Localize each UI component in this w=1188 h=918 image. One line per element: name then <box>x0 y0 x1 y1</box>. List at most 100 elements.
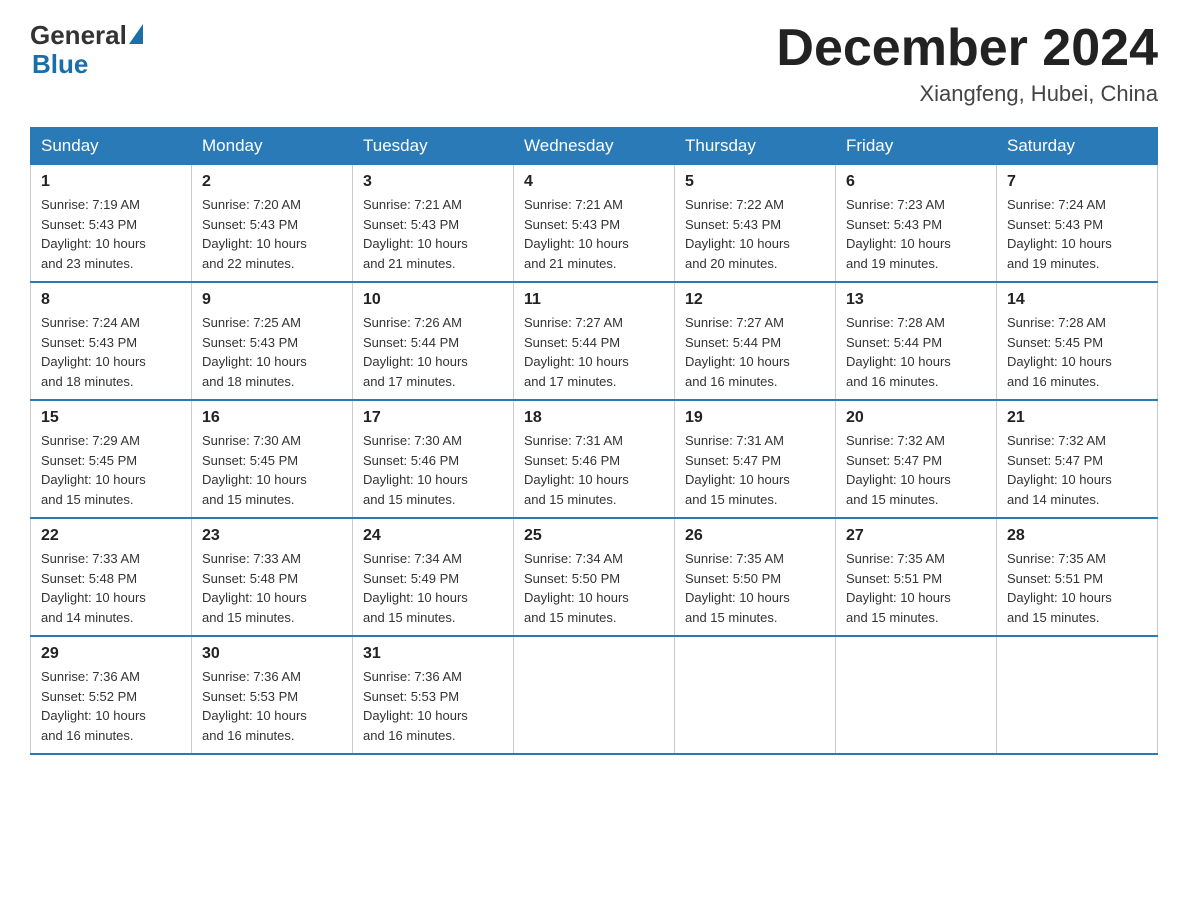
header-thursday: Thursday <box>675 128 836 165</box>
week-row-1: 1 Sunrise: 7:19 AM Sunset: 5:43 PM Dayli… <box>31 165 1158 283</box>
day-number: 2 <box>202 173 342 191</box>
header-monday: Monday <box>192 128 353 165</box>
day-info: Sunrise: 7:24 AM Sunset: 5:43 PM Dayligh… <box>41 313 181 391</box>
day-cell <box>514 636 675 754</box>
day-info: Sunrise: 7:36 AM Sunset: 5:52 PM Dayligh… <box>41 667 181 745</box>
day-number: 9 <box>202 291 342 309</box>
day-cell: 12 Sunrise: 7:27 AM Sunset: 5:44 PM Dayl… <box>675 282 836 400</box>
day-cell: 2 Sunrise: 7:20 AM Sunset: 5:43 PM Dayli… <box>192 165 353 283</box>
calendar-header: SundayMondayTuesdayWednesdayThursdayFrid… <box>31 128 1158 165</box>
day-cell: 29 Sunrise: 7:36 AM Sunset: 5:52 PM Dayl… <box>31 636 192 754</box>
day-number: 21 <box>1007 409 1147 427</box>
day-info: Sunrise: 7:36 AM Sunset: 5:53 PM Dayligh… <box>363 667 503 745</box>
day-number: 3 <box>363 173 503 191</box>
day-number: 17 <box>363 409 503 427</box>
day-cell: 14 Sunrise: 7:28 AM Sunset: 5:45 PM Dayl… <box>997 282 1158 400</box>
day-cell <box>675 636 836 754</box>
day-cell: 26 Sunrise: 7:35 AM Sunset: 5:50 PM Dayl… <box>675 518 836 636</box>
day-cell: 7 Sunrise: 7:24 AM Sunset: 5:43 PM Dayli… <box>997 165 1158 283</box>
day-cell: 20 Sunrise: 7:32 AM Sunset: 5:47 PM Dayl… <box>836 400 997 518</box>
day-number: 25 <box>524 527 664 545</box>
day-cell: 9 Sunrise: 7:25 AM Sunset: 5:43 PM Dayli… <box>192 282 353 400</box>
day-number: 10 <box>363 291 503 309</box>
day-cell: 30 Sunrise: 7:36 AM Sunset: 5:53 PM Dayl… <box>192 636 353 754</box>
day-info: Sunrise: 7:27 AM Sunset: 5:44 PM Dayligh… <box>685 313 825 391</box>
day-number: 8 <box>41 291 181 309</box>
day-number: 22 <box>41 527 181 545</box>
title-section: December 2024 Xiangfeng, Hubei, China <box>776 20 1158 107</box>
day-number: 27 <box>846 527 986 545</box>
header-saturday: Saturday <box>997 128 1158 165</box>
day-info: Sunrise: 7:21 AM Sunset: 5:43 PM Dayligh… <box>524 195 664 273</box>
day-cell: 27 Sunrise: 7:35 AM Sunset: 5:51 PM Dayl… <box>836 518 997 636</box>
day-info: Sunrise: 7:23 AM Sunset: 5:43 PM Dayligh… <box>846 195 986 273</box>
header-sunday: Sunday <box>31 128 192 165</box>
day-info: Sunrise: 7:35 AM Sunset: 5:51 PM Dayligh… <box>846 549 986 627</box>
day-info: Sunrise: 7:34 AM Sunset: 5:50 PM Dayligh… <box>524 549 664 627</box>
day-cell: 21 Sunrise: 7:32 AM Sunset: 5:47 PM Dayl… <box>997 400 1158 518</box>
day-number: 31 <box>363 645 503 663</box>
day-info: Sunrise: 7:27 AM Sunset: 5:44 PM Dayligh… <box>524 313 664 391</box>
logo-blue-text: Blue <box>30 49 88 80</box>
header-tuesday: Tuesday <box>353 128 514 165</box>
week-row-3: 15 Sunrise: 7:29 AM Sunset: 5:45 PM Dayl… <box>31 400 1158 518</box>
day-info: Sunrise: 7:30 AM Sunset: 5:46 PM Dayligh… <box>363 431 503 509</box>
week-row-2: 8 Sunrise: 7:24 AM Sunset: 5:43 PM Dayli… <box>31 282 1158 400</box>
day-info: Sunrise: 7:28 AM Sunset: 5:45 PM Dayligh… <box>1007 313 1147 391</box>
day-cell: 5 Sunrise: 7:22 AM Sunset: 5:43 PM Dayli… <box>675 165 836 283</box>
day-info: Sunrise: 7:21 AM Sunset: 5:43 PM Dayligh… <box>363 195 503 273</box>
day-number: 7 <box>1007 173 1147 191</box>
day-info: Sunrise: 7:29 AM Sunset: 5:45 PM Dayligh… <box>41 431 181 509</box>
logo-triangle-icon <box>129 24 143 44</box>
day-cell: 22 Sunrise: 7:33 AM Sunset: 5:48 PM Dayl… <box>31 518 192 636</box>
day-info: Sunrise: 7:35 AM Sunset: 5:50 PM Dayligh… <box>685 549 825 627</box>
day-info: Sunrise: 7:28 AM Sunset: 5:44 PM Dayligh… <box>846 313 986 391</box>
day-number: 12 <box>685 291 825 309</box>
day-cell: 6 Sunrise: 7:23 AM Sunset: 5:43 PM Dayli… <box>836 165 997 283</box>
day-cell: 11 Sunrise: 7:27 AM Sunset: 5:44 PM Dayl… <box>514 282 675 400</box>
day-cell: 1 Sunrise: 7:19 AM Sunset: 5:43 PM Dayli… <box>31 165 192 283</box>
day-info: Sunrise: 7:31 AM Sunset: 5:47 PM Dayligh… <box>685 431 825 509</box>
location: Xiangfeng, Hubei, China <box>776 81 1158 107</box>
day-cell: 24 Sunrise: 7:34 AM Sunset: 5:49 PM Dayl… <box>353 518 514 636</box>
day-cell: 19 Sunrise: 7:31 AM Sunset: 5:47 PM Dayl… <box>675 400 836 518</box>
day-number: 19 <box>685 409 825 427</box>
day-cell: 15 Sunrise: 7:29 AM Sunset: 5:45 PM Dayl… <box>31 400 192 518</box>
day-cell: 23 Sunrise: 7:33 AM Sunset: 5:48 PM Dayl… <box>192 518 353 636</box>
header-wednesday: Wednesday <box>514 128 675 165</box>
week-row-5: 29 Sunrise: 7:36 AM Sunset: 5:52 PM Dayl… <box>31 636 1158 754</box>
month-title: December 2024 <box>776 20 1158 77</box>
day-info: Sunrise: 7:30 AM Sunset: 5:45 PM Dayligh… <box>202 431 342 509</box>
day-number: 4 <box>524 173 664 191</box>
day-cell: 8 Sunrise: 7:24 AM Sunset: 5:43 PM Dayli… <box>31 282 192 400</box>
logo-general-text: General <box>30 20 127 51</box>
day-number: 26 <box>685 527 825 545</box>
day-number: 16 <box>202 409 342 427</box>
day-info: Sunrise: 7:24 AM Sunset: 5:43 PM Dayligh… <box>1007 195 1147 273</box>
day-info: Sunrise: 7:19 AM Sunset: 5:43 PM Dayligh… <box>41 195 181 273</box>
day-cell <box>836 636 997 754</box>
day-number: 30 <box>202 645 342 663</box>
day-cell: 31 Sunrise: 7:36 AM Sunset: 5:53 PM Dayl… <box>353 636 514 754</box>
day-info: Sunrise: 7:33 AM Sunset: 5:48 PM Dayligh… <box>41 549 181 627</box>
day-cell: 3 Sunrise: 7:21 AM Sunset: 5:43 PM Dayli… <box>353 165 514 283</box>
day-cell: 28 Sunrise: 7:35 AM Sunset: 5:51 PM Dayl… <box>997 518 1158 636</box>
day-cell: 18 Sunrise: 7:31 AM Sunset: 5:46 PM Dayl… <box>514 400 675 518</box>
day-number: 29 <box>41 645 181 663</box>
day-number: 11 <box>524 291 664 309</box>
day-info: Sunrise: 7:32 AM Sunset: 5:47 PM Dayligh… <box>1007 431 1147 509</box>
day-number: 20 <box>846 409 986 427</box>
day-info: Sunrise: 7:26 AM Sunset: 5:44 PM Dayligh… <box>363 313 503 391</box>
day-number: 6 <box>846 173 986 191</box>
day-number: 14 <box>1007 291 1147 309</box>
day-info: Sunrise: 7:32 AM Sunset: 5:47 PM Dayligh… <box>846 431 986 509</box>
page-header: General Blue December 2024 Xiangfeng, Hu… <box>30 20 1158 107</box>
day-number: 13 <box>846 291 986 309</box>
day-cell: 25 Sunrise: 7:34 AM Sunset: 5:50 PM Dayl… <box>514 518 675 636</box>
logo: General Blue <box>30 20 143 80</box>
header-friday: Friday <box>836 128 997 165</box>
week-row-4: 22 Sunrise: 7:33 AM Sunset: 5:48 PM Dayl… <box>31 518 1158 636</box>
day-number: 18 <box>524 409 664 427</box>
day-info: Sunrise: 7:25 AM Sunset: 5:43 PM Dayligh… <box>202 313 342 391</box>
day-number: 15 <box>41 409 181 427</box>
